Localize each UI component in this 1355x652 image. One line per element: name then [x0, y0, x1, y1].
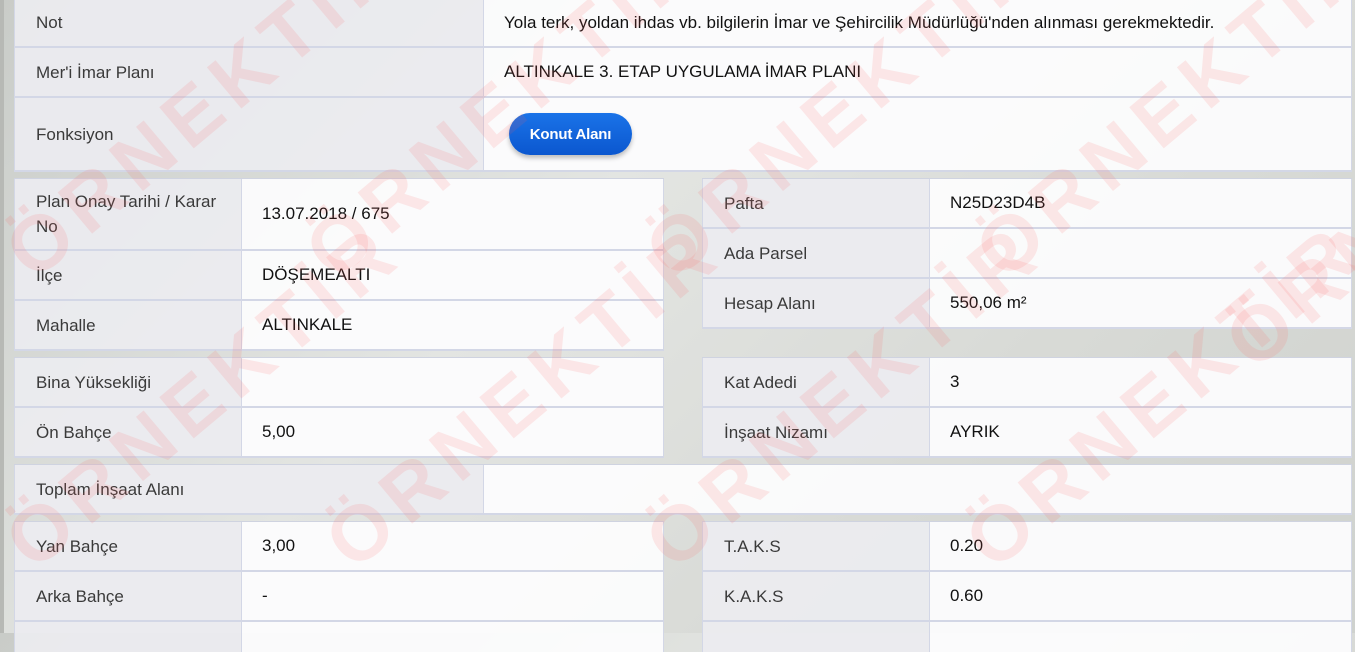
- row-value: [930, 622, 1351, 652]
- table-row: Plan Onay Tarihi / Karar No 13.07.2018 /…: [14, 179, 664, 251]
- row-value: 3: [930, 358, 1351, 406]
- row-value: [242, 622, 663, 652]
- row-label: K.A.K.S: [703, 572, 930, 620]
- table-row: Ön Bahçe 5,00: [14, 408, 664, 458]
- row-label: İlçe: [15, 251, 242, 299]
- plan-left-table: Plan Onay Tarihi / Karar No 13.07.2018 /…: [14, 178, 664, 351]
- table-row: Pafta N25D23D4B: [702, 179, 1352, 229]
- row-label: Ön Bahçe: [15, 408, 242, 456]
- row-label: Hesap Alanı: [703, 279, 930, 327]
- row-label: Ada Parsel: [703, 229, 930, 277]
- row-value: 0.20: [930, 522, 1351, 570]
- row-label: [15, 622, 242, 652]
- row-value: 550,06 m²: [930, 279, 1351, 327]
- table-row: K.A.K.S 0.60: [702, 572, 1352, 622]
- total-table: Toplam İnşaat Alanı: [14, 464, 1352, 515]
- row-value: 3,00: [242, 522, 663, 570]
- table-row: Mahalle ALTINKALE: [14, 301, 664, 351]
- table-row: Ada Parsel: [702, 229, 1352, 279]
- table-row: Hesap Alanı 550,06 m²: [702, 279, 1352, 329]
- table-row: İnşaat Nizamı AYRIK: [702, 408, 1352, 458]
- row-value: 13.07.2018 / 675: [242, 179, 663, 249]
- table-row: [702, 622, 1352, 652]
- row-label: Plan Onay Tarihi / Karar No: [15, 179, 242, 249]
- left-edge: [0, 0, 4, 633]
- row-label: T.A.K.S: [703, 522, 930, 570]
- table-row: Fonksiyon Konut Alanı: [14, 98, 1352, 172]
- table-row: [14, 622, 664, 652]
- row-value: DÖŞEMEALTI: [242, 251, 663, 299]
- table-row: İlçe DÖŞEMEALTI: [14, 251, 664, 301]
- row-value: [930, 229, 1351, 277]
- top-info-table: Not Yola terk, yoldan ihdas vb. bilgiler…: [14, 0, 1352, 172]
- bottom-left-table: Yan Bahçe 3,00 Arka Bahçe -: [14, 521, 664, 652]
- build-right-table: Kat Adedi 3 İnşaat Nizamı AYRIK: [702, 357, 1352, 458]
- row-label: Mer'i İmar Planı: [15, 48, 484, 96]
- table-row: Toplam İnşaat Alanı: [14, 465, 1352, 515]
- row-value: 5,00: [242, 408, 663, 456]
- table-row: Mer'i İmar Planı ALTINKALE 3. ETAP UYGUL…: [14, 48, 1352, 98]
- table-row: Yan Bahçe 3,00: [14, 522, 664, 572]
- row-value: [484, 465, 1351, 513]
- row-value: Yola terk, yoldan ihdas vb. bilgilerin İ…: [484, 0, 1351, 46]
- row-value: AYRIK: [930, 408, 1351, 456]
- row-label: İnşaat Nizamı: [703, 408, 930, 456]
- row-label: Pafta: [703, 179, 930, 227]
- bottom-right-table: T.A.K.S 0.20 K.A.K.S 0.60: [702, 521, 1352, 652]
- row-label: [703, 622, 930, 652]
- row-value: N25D23D4B: [930, 179, 1351, 227]
- table-row: Arka Bahçe -: [14, 572, 664, 622]
- build-left-table: Bina Yüksekliği Ön Bahçe 5,00: [14, 357, 664, 458]
- row-label: Not: [15, 0, 484, 46]
- row-label: Bina Yüksekliği: [15, 358, 242, 406]
- row-value: ALTINKALE 3. ETAP UYGULAMA İMAR PLANI: [484, 48, 1351, 96]
- row-label: Fonksiyon: [15, 98, 484, 170]
- row-value: ALTINKALE: [242, 301, 663, 349]
- table-row: T.A.K.S 0.20: [702, 522, 1352, 572]
- row-value: -: [242, 572, 663, 620]
- table-row: Bina Yüksekliği: [14, 358, 664, 408]
- table-row: Kat Adedi 3: [702, 358, 1352, 408]
- row-value: 0.60: [930, 572, 1351, 620]
- row-label: Yan Bahçe: [15, 522, 242, 570]
- row-value: Konut Alanı: [484, 98, 1351, 170]
- row-label: Toplam İnşaat Alanı: [15, 465, 484, 513]
- konut-alani-button[interactable]: Konut Alanı: [509, 113, 632, 155]
- plan-right-table: Pafta N25D23D4B Ada Parsel Hesap Alanı 5…: [702, 178, 1352, 329]
- row-label: Arka Bahçe: [15, 572, 242, 620]
- table-row: Not Yola terk, yoldan ihdas vb. bilgiler…: [14, 0, 1352, 48]
- row-label: Kat Adedi: [703, 358, 930, 406]
- row-label: Mahalle: [15, 301, 242, 349]
- row-value: [242, 358, 663, 406]
